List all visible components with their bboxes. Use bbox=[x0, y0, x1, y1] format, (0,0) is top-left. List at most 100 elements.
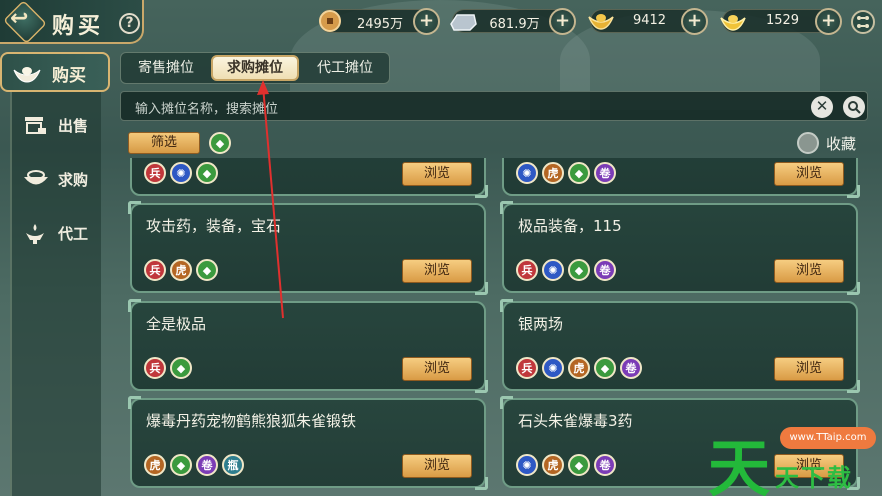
pet-category-icon: 虎 bbox=[144, 454, 166, 476]
currency-yuanbao: 1529 + bbox=[720, 8, 842, 35]
watermark-url: www.TTaip.com bbox=[780, 427, 876, 449]
browse-button[interactable]: 浏览 bbox=[774, 357, 844, 381]
silver-value: 681.9万 bbox=[489, 17, 540, 32]
browse-button[interactable]: 浏览 bbox=[774, 162, 844, 186]
item-category-icons: ✺ 虎 ◆ 卷 bbox=[516, 162, 616, 184]
currency-silver: 681.9万 + bbox=[450, 8, 576, 35]
back-arrow-icon: ↩ bbox=[10, 6, 29, 31]
silver-ingot-icon bbox=[447, 6, 479, 36]
ingot-icon bbox=[12, 64, 42, 88]
pet-category-icon: 虎 bbox=[568, 357, 590, 379]
item-category-icons: 兵 ◆ bbox=[144, 357, 192, 379]
search-input[interactable]: 输入摊位名称，搜索摊位 bbox=[135, 98, 278, 117]
yuanbao-value: 1529 bbox=[765, 13, 800, 28]
favorite-checkbox[interactable] bbox=[797, 132, 819, 154]
gold-ingot-icon bbox=[585, 6, 617, 36]
pet-category-icon: 虎 bbox=[542, 454, 564, 476]
gold-value: 9412 bbox=[632, 13, 667, 28]
add-coin-button[interactable]: + bbox=[413, 8, 440, 35]
scroll-category-icon: 卷 bbox=[196, 454, 218, 476]
filter-button[interactable]: 筛选 bbox=[128, 132, 200, 154]
gem-category-icon: ✺ bbox=[516, 162, 538, 184]
material-category-icon: ◆ bbox=[594, 357, 616, 379]
grid-menu-icon bbox=[857, 16, 869, 28]
currency-gold: 9412 + bbox=[588, 8, 708, 35]
lamp-icon bbox=[22, 221, 48, 245]
potion-category-icon: 瓶 bbox=[222, 454, 244, 476]
material-category-icon: ◆ bbox=[170, 357, 192, 379]
material-category-icon: ◆ bbox=[568, 454, 590, 476]
weapon-category-icon: 兵 bbox=[144, 162, 166, 184]
coin-icon bbox=[314, 6, 346, 36]
page-title: 购买 bbox=[52, 14, 105, 39]
item-category-icons: 兵 ✺ 虎 ◆ 卷 bbox=[516, 357, 642, 379]
stall-title: 极品装备，115 bbox=[518, 217, 622, 235]
stall-tabs: 寄售摊位 求购摊位 代工摊位 bbox=[120, 52, 390, 84]
material-category-icon: ◆ bbox=[568, 259, 590, 281]
gem-category-icon: ✺ bbox=[170, 162, 192, 184]
watermark-text: 天下载 bbox=[775, 464, 853, 492]
gem-category-icon: ✺ bbox=[542, 259, 564, 281]
browse-button[interactable]: 浏览 bbox=[774, 259, 844, 283]
tab-request-stall[interactable]: 求购摊位 bbox=[211, 55, 299, 81]
stall-title: 攻击药，装备，宝石 bbox=[146, 217, 282, 235]
stall-card[interactable]: 爆毒丹药宠物鹤熊狼狐朱雀锻铁 虎 ◆ 卷 瓶 浏览 bbox=[128, 396, 488, 490]
stall-icon bbox=[22, 113, 48, 137]
item-category-icons: 兵 ✺ ◆ bbox=[144, 162, 218, 184]
material-category-icon: ◆ bbox=[568, 162, 590, 184]
weapon-category-icon: 兵 bbox=[144, 259, 166, 281]
scroll-category-icon: 卷 bbox=[594, 162, 616, 184]
stall-title: 石头朱雀爆毒3药 bbox=[518, 412, 633, 430]
add-gold-button[interactable]: + bbox=[681, 8, 708, 35]
pet-category-icon: 虎 bbox=[170, 259, 192, 281]
sidebar-item-label: 出售 bbox=[58, 117, 89, 135]
scroll-category-icon: 卷 bbox=[620, 357, 642, 379]
sidebar-item-label: 求购 bbox=[58, 171, 89, 189]
pet-category-icon: 虎 bbox=[542, 162, 564, 184]
browse-button[interactable]: 浏览 bbox=[402, 454, 472, 478]
weapon-category-icon: 兵 bbox=[516, 259, 538, 281]
browse-button[interactable]: 浏览 bbox=[402, 162, 472, 186]
sidebar-item-label: 代工 bbox=[58, 225, 89, 243]
scroll-category-icon: 卷 bbox=[594, 259, 616, 281]
gem-filter-icon[interactable]: ◆ bbox=[209, 132, 231, 154]
clear-search-button[interactable]: ✕ bbox=[811, 96, 833, 118]
material-category-icon: ◆ bbox=[170, 454, 192, 476]
search-button[interactable] bbox=[843, 96, 865, 118]
stall-card[interactable]: 攻击药，装备，宝石 兵 虎 ◆ 浏览 bbox=[128, 201, 488, 295]
coin-value: 2495万 bbox=[356, 17, 404, 32]
stall-card[interactable]: 全是极品 兵 ◆ 浏览 bbox=[128, 299, 488, 393]
add-silver-button[interactable]: + bbox=[549, 8, 576, 35]
stall-card[interactable]: 银两场 兵 ✺ 虎 ◆ 卷 浏览 bbox=[500, 299, 860, 393]
sidebar-tab-buy-label: 购买 bbox=[52, 66, 86, 86]
browse-button[interactable]: 浏览 bbox=[402, 259, 472, 283]
material-category-icon: ◆ bbox=[196, 162, 218, 184]
stall-card[interactable]: ✺ 虎 ◆ 卷 浏览 bbox=[502, 158, 860, 198]
favorites-toggle[interactable]: 收藏 bbox=[797, 131, 863, 155]
sidebar-item-sell[interactable]: 出售 bbox=[12, 105, 103, 145]
watermark-logo: 天 bbox=[708, 432, 771, 496]
stall-title: 爆毒丹药宠物鹤熊狼狐朱雀锻铁 bbox=[146, 412, 357, 430]
weapon-category-icon: 兵 bbox=[144, 357, 166, 379]
stall-card[interactable]: 兵 ✺ ◆ 浏览 bbox=[130, 158, 488, 198]
search-icon bbox=[848, 101, 861, 114]
scroll-category-icon: 卷 bbox=[594, 454, 616, 476]
favorite-label: 收藏 bbox=[826, 135, 857, 153]
title-bar: ↩ 购买 ? bbox=[0, 0, 144, 44]
stall-title: 全是极品 bbox=[146, 315, 207, 333]
sidebar-tab-buy[interactable]: 购买 bbox=[0, 52, 110, 92]
sidebar: 出售 求购 代工 bbox=[10, 92, 101, 496]
search-bar[interactable]: 输入摊位名称，搜索摊位 ✕ bbox=[120, 91, 868, 121]
menu-button[interactable] bbox=[851, 10, 875, 34]
help-icon[interactable]: ? bbox=[119, 13, 140, 34]
tab-consign-stall[interactable]: 寄售摊位 bbox=[127, 55, 205, 81]
add-yuanbao-button[interactable]: + bbox=[815, 8, 842, 35]
sidebar-item-craft[interactable]: 代工 bbox=[12, 213, 103, 253]
yuanbao-icon bbox=[717, 6, 749, 36]
browse-button[interactable]: 浏览 bbox=[402, 357, 472, 381]
stall-card[interactable]: 极品装备，115 兵 ✺ ◆ 卷 浏览 bbox=[500, 201, 860, 295]
tab-craft-stall[interactable]: 代工摊位 bbox=[305, 55, 385, 81]
item-category-icons: ✺ 虎 ◆ 卷 bbox=[516, 454, 616, 476]
sidebar-item-request[interactable]: 求购 bbox=[12, 159, 103, 199]
currency-coin: 2495万 + bbox=[319, 8, 440, 35]
